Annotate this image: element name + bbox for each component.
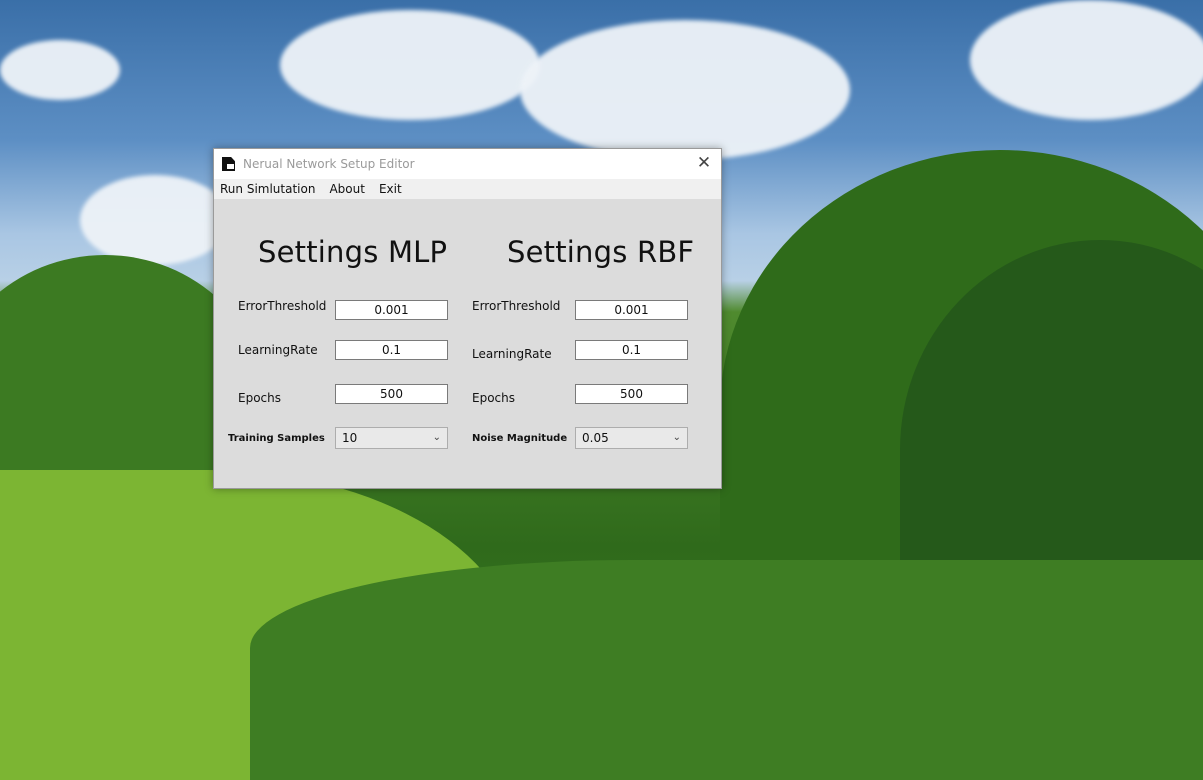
chevron-down-icon[interactable]: ⌄ <box>673 428 681 448</box>
training-samples-select[interactable]: 10 ⌄ <box>335 427 448 449</box>
document-icon <box>222 157 235 171</box>
window-title: Nerual Network Setup Editor <box>243 157 415 171</box>
rbf-learning-rate-input[interactable]: 0.1 <box>575 340 688 360</box>
rbf-error-threshold-label: ErrorThreshold <box>472 299 561 313</box>
mlp-learning-rate-label: LearningRate <box>238 343 318 357</box>
menu-about[interactable]: About <box>329 182 364 196</box>
title-bar[interactable]: Nerual Network Setup Editor ✕ <box>214 149 721 179</box>
training-samples-value: 10 <box>342 431 358 445</box>
rbf-epochs-label: Epochs <box>472 391 515 405</box>
rbf-heading: Settings RBF <box>507 235 695 269</box>
noise-magnitude-select[interactable]: 0.05 ⌄ <box>575 427 688 449</box>
menu-run-simulation[interactable]: Run Simlutation <box>220 182 315 196</box>
noise-magnitude-label: Noise Magnitude <box>472 433 568 444</box>
chevron-down-icon[interactable]: ⌄ <box>433 428 441 448</box>
mlp-error-threshold-input[interactable]: 0.001 <box>335 300 448 320</box>
mlp-error-threshold-label: ErrorThreshold <box>238 299 327 313</box>
mlp-learning-rate-input[interactable]: 0.1 <box>335 340 448 360</box>
rbf-epochs-input[interactable]: 500 <box>575 384 688 404</box>
mlp-epochs-label: Epochs <box>238 391 281 405</box>
setup-editor-window: Nerual Network Setup Editor ✕ Run Simlut… <box>213 148 722 489</box>
mlp-epochs-input[interactable]: 500 <box>335 384 448 404</box>
menu-exit[interactable]: Exit <box>379 182 402 196</box>
noise-magnitude-value: 0.05 <box>582 431 609 445</box>
rbf-error-threshold-input[interactable]: 0.001 <box>575 300 688 320</box>
rbf-learning-rate-label: LearningRate <box>472 347 552 361</box>
training-samples-label: Training Samples <box>228 433 325 444</box>
menu-bar: Run Simlutation About Exit <box>214 179 721 199</box>
mlp-heading: Settings MLP <box>258 235 448 269</box>
close-icon[interactable]: ✕ <box>693 152 715 174</box>
